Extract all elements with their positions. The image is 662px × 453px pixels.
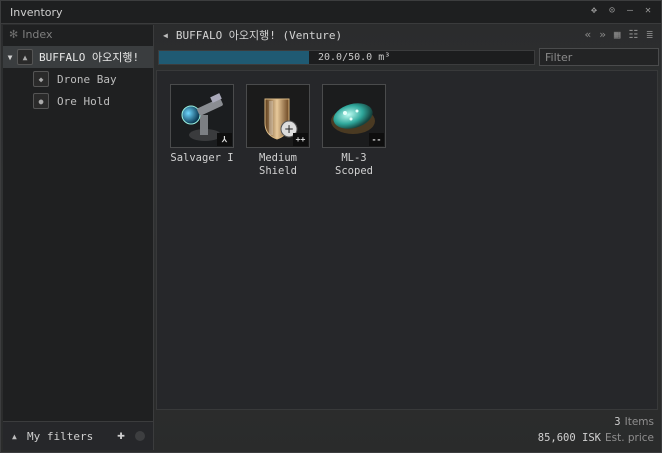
back-arrow-icon[interactable]: ◀ [163,31,168,40]
main-panel: ◀ BUFFALO 아오지행! (Venture) « » ▦ ☷ ≣ 20.0… [155,25,659,450]
mining-laser-icon: -- [322,84,386,148]
inventory-window: Inventory ✥ ⊙ – ✕ ✻ Index ▼ ▲ BUFFALO 아오… [0,0,662,453]
capacity-bar: 20.0/50.0 m³ [158,50,535,65]
index-header[interactable]: ✻ Index [9,28,53,41]
item-count-value: 3 [614,416,621,428]
ship-icon: ▲ [17,49,33,65]
capacity-fill [159,51,309,64]
settings-icon[interactable]: ⊙ [607,5,617,16]
item-name: Medium Shield [259,152,297,177]
icon-view-icon[interactable]: ▦ [614,28,621,41]
inventory-footer: 3 Items 85,600 ISK Est. price [155,408,659,450]
item-count-unit: Items [624,416,654,428]
item-badge: ++ [293,133,308,146]
add-filter-icon[interactable]: ✚ [117,428,125,443]
my-filters-bar[interactable]: ▲ My filters ✚ [3,421,153,450]
item-ml3-scoped[interactable]: -- ML-3 Scoped [322,84,386,178]
window-title: Inventory [10,6,63,19]
title-bar[interactable]: Inventory ✥ ⊙ – ✕ [1,1,661,24]
tree-item-ore-hold[interactable]: ● Ore Hold [3,90,153,112]
filter-toggle-icon[interactable] [135,431,145,441]
inventory-tree: ▼ ▲ BUFFALO 아오지행! ◆ Drone Bay ● Ore Hold [3,46,153,112]
tree-item-label: BUFFALO 아오지행! [39,51,140,64]
list-view-icon[interactable]: ≣ [646,28,653,41]
tree-item-ship[interactable]: ▼ ▲ BUFFALO 아오지행! [3,46,153,68]
expand-arrow-icon[interactable]: ▼ [3,53,17,62]
filter-input[interactable] [539,48,659,66]
capacity-text: 20.0/50.0 m³ [318,52,391,63]
drone-bay-icon: ◆ [33,71,49,87]
title-bar-icons: ✥ ⊙ – ✕ [589,5,653,16]
view-controls: « » ▦ ☷ ≣ [585,28,653,41]
item-badge: -- [369,133,384,146]
details-view-icon[interactable]: ☷ [629,28,639,41]
tree-item-label: Drone Bay [57,72,117,86]
item-count: 3 Items [614,416,654,428]
collapse-arrow-icon[interactable]: ▲ [12,432,22,441]
ore-hold-icon: ● [33,93,49,109]
item-salvager[interactable]: ⅄ Salvager I [170,84,234,178]
item-badge: ⅄ [217,133,232,146]
shield-icon: + ++ [246,84,310,148]
my-filters-label: My filters [27,429,94,443]
sidebar: ✻ Index ▼ ▲ BUFFALO 아오지행! ◆ Drone Bay ● … [3,25,154,450]
history-forward-icon[interactable]: » [599,28,606,41]
location-header: ◀ BUFFALO 아오지행! (Venture) « » ▦ ☷ ≣ [155,25,659,45]
index-label: Index [22,28,53,41]
gear-icon: ✻ [9,28,19,41]
estimated-price: 85,600 ISK Est. price [538,432,654,444]
estimated-price-unit: Est. price [604,432,654,444]
item-grid: ⅄ Salvager I + ++ Medium Shield -- ML-3 … [156,70,658,410]
item-name: Salvager I [170,152,234,164]
minimize-icon[interactable]: – [625,5,635,16]
tree-item-drone-bay[interactable]: ◆ Drone Bay [3,68,153,90]
item-name: ML-3 Scoped [335,152,373,177]
item-medium-shield[interactable]: + ++ Medium Shield [246,84,310,178]
tree-item-label: Ore Hold [57,94,110,108]
location-title: BUFFALO 아오지행! (Venture) [175,29,343,42]
pin-icon[interactable]: ✥ [589,5,599,16]
history-back-icon[interactable]: « [585,28,592,41]
salvager-icon: ⅄ [170,84,234,148]
estimated-price-value: 85,600 ISK [537,432,601,444]
capacity-row: 20.0/50.0 m³ [155,47,659,69]
close-icon[interactable]: ✕ [643,5,653,16]
